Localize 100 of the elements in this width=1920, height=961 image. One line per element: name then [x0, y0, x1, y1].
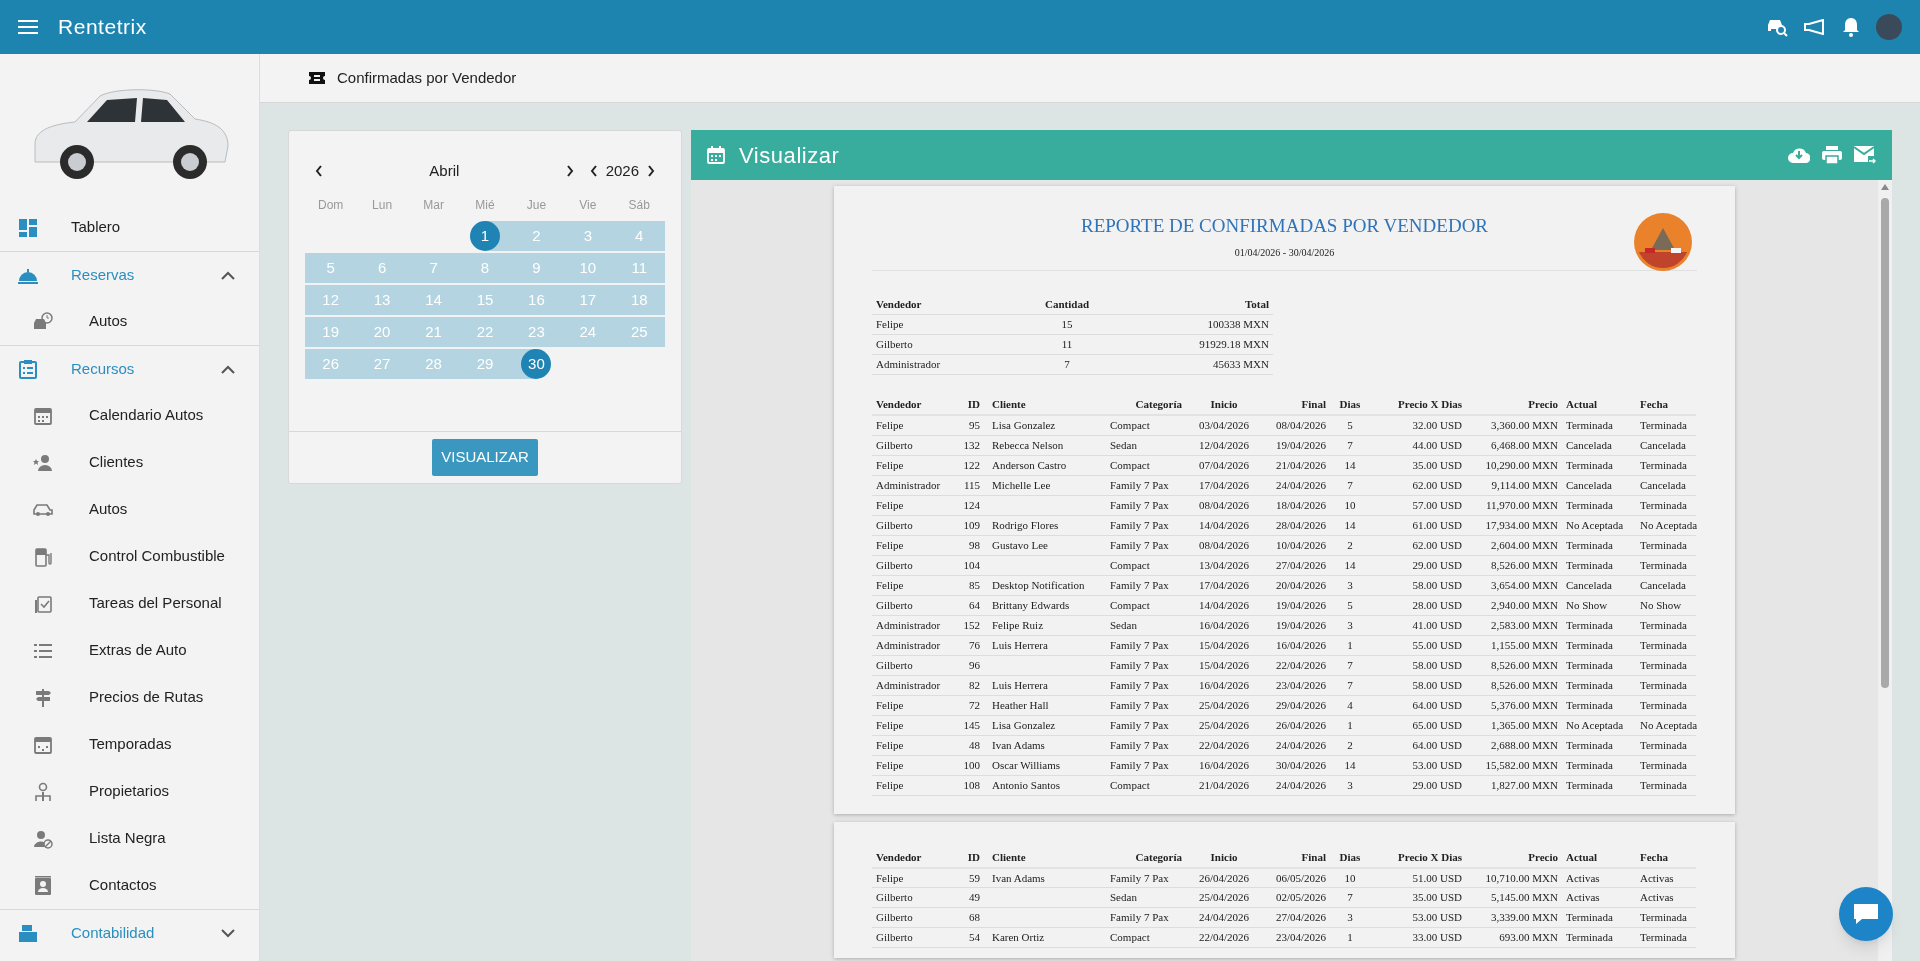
table-cell: No Aceptada — [1562, 715, 1632, 735]
table-cell: 8,526.00 MXN — [1466, 675, 1562, 695]
sidebar-item[interactable]: Tablero — [0, 204, 259, 251]
sidebar-item[interactable]: Lista Negra — [0, 815, 259, 862]
table-cell: Sedan — [1104, 435, 1188, 455]
table-cell: 29.00 USD — [1370, 775, 1466, 795]
sidebar-item[interactable]: Temporadas — [0, 721, 259, 768]
column-header: Fecha — [1632, 395, 1696, 415]
table-cell: Felipe — [872, 735, 958, 755]
sidebar-item[interactable]: Autos — [0, 486, 259, 533]
table-cell: Family 7 Pax — [1104, 575, 1188, 595]
table-cell: Terminada — [1562, 495, 1632, 515]
table-cell: Gilberto — [872, 655, 958, 675]
table-cell: 64.00 USD — [1370, 735, 1466, 755]
table-cell: Family 7 Pax — [1104, 535, 1188, 555]
calendar-day[interactable]: 4 — [635, 224, 644, 248]
sidebar-item[interactable]: Calendario Autos — [0, 392, 259, 439]
table-cell: 08/04/2026 — [1188, 495, 1260, 515]
next-year-icon[interactable] — [647, 165, 655, 177]
scrollbar[interactable] — [1878, 180, 1892, 961]
sidebar-item[interactable]: Extras de Auto — [0, 627, 259, 674]
table-cell: Family 7 Pax — [1104, 715, 1188, 735]
calendar-day[interactable]: 1 — [470, 221, 500, 251]
table-cell: 693.00 MXN — [1466, 927, 1562, 948]
horn-icon[interactable] — [1804, 19, 1826, 35]
table-cell: 14 — [1330, 515, 1370, 535]
table-cell: Terminada — [1562, 735, 1632, 755]
table-cell: 24/04/2026 — [1260, 475, 1330, 495]
table-cell: Compact — [1104, 927, 1188, 948]
sidebar-item[interactable]: Tareas del Personal — [0, 580, 259, 627]
table-cell: 08/04/2026 — [1188, 535, 1260, 555]
table-cell: Family 7 Pax — [1104, 695, 1188, 715]
calendar-day[interactable]: 30 — [521, 349, 552, 379]
table-cell: No Aceptada — [1562, 515, 1632, 535]
table-cell: 45633 MXN — [1132, 354, 1273, 375]
table-cell: 58.00 USD — [1370, 575, 1466, 595]
table-cell: Anderson Castro — [986, 455, 1104, 475]
table-cell: Gilberto — [872, 595, 958, 615]
chevron-up-icon[interactable] — [221, 364, 235, 374]
table-cell: 6,468.00 MXN — [1466, 435, 1562, 455]
chevron-down-icon[interactable] — [221, 928, 235, 938]
table-cell: 62.00 USD — [1370, 535, 1466, 555]
cloud-download-icon[interactable] — [1788, 147, 1810, 163]
table-cell: Terminada — [1562, 927, 1632, 948]
car-clock-icon — [33, 311, 53, 332]
menu-icon[interactable] — [18, 19, 38, 35]
scroll-up-arrow-icon[interactable] — [1881, 184, 1889, 190]
user-avatar[interactable] — [1876, 14, 1902, 40]
table-cell: Gilberto — [872, 927, 958, 948]
column-header: Precio X Dias — [1370, 847, 1466, 868]
table-cell: Felipe — [872, 755, 958, 775]
previous-year-icon[interactable] — [589, 165, 598, 177]
table-cell: Administrador — [872, 354, 1002, 375]
calendar-day[interactable]: 7 — [429, 256, 438, 280]
previous-month-icon[interactable] — [315, 165, 323, 177]
notification-bell-icon[interactable] — [1842, 17, 1860, 37]
sidebar-group[interactable]: Reservas — [0, 251, 259, 298]
sidebar-item[interactable]: Contactos — [0, 862, 259, 909]
table-cell: 14 — [1330, 755, 1370, 775]
table-cell: 7 — [1330, 475, 1370, 495]
calendar-day[interactable]: 8 — [480, 256, 490, 280]
table-cell: 62.00 USD — [1370, 475, 1466, 495]
calendar-day[interactable]: 3 — [583, 224, 592, 248]
chat-icon — [1852, 902, 1880, 926]
table-cell: Felipe — [872, 314, 1002, 335]
chevron-up-icon[interactable] — [221, 270, 235, 280]
table-cell: 27/04/2026 — [1260, 907, 1330, 928]
table-cell: 115 — [958, 475, 986, 495]
table-cell: 02/05/2026 — [1260, 887, 1330, 908]
weekday-label: Vie — [578, 197, 598, 214]
sidebar-item[interactable]: Precios de Rutas — [0, 674, 259, 721]
table-cell: 3 — [1330, 575, 1370, 595]
table-cell: Ivan Adams — [986, 867, 1104, 888]
table-cell: Terminada — [1632, 775, 1696, 795]
person-blocked-icon — [33, 828, 53, 849]
table-cell: 12/04/2026 — [1188, 435, 1260, 455]
table-cell: 21/04/2026 — [1260, 455, 1330, 475]
table-cell: Administrador — [872, 615, 958, 635]
sidebar-item[interactable]: Autos — [0, 298, 259, 345]
calendar-day[interactable]: 6 — [377, 256, 387, 280]
table-cell: 23/04/2026 — [1260, 675, 1330, 695]
email-send-icon[interactable] — [1854, 146, 1876, 164]
sidebar-group[interactable]: Contabilidad — [0, 909, 259, 956]
visualize-button[interactable]: VISUALIZAR — [432, 439, 538, 476]
sidebar-item[interactable]: Control Combustible — [0, 533, 259, 580]
company-logo-drawing — [1633, 212, 1693, 272]
table-cell: 55.00 USD — [1370, 635, 1466, 655]
calendar-day[interactable]: 2 — [532, 224, 541, 248]
sidebar-group[interactable]: Recursos — [0, 345, 259, 392]
car-search-icon[interactable] — [1766, 17, 1788, 37]
calendar-day[interactable]: 9 — [532, 256, 541, 280]
table-cell: 5 — [1330, 595, 1370, 615]
table-cell: Brittany Edwards — [986, 595, 1104, 615]
next-month-icon[interactable] — [565, 165, 574, 177]
print-icon[interactable] — [1822, 146, 1842, 164]
table-cell: 2,688.00 MXN — [1466, 735, 1562, 755]
sidebar-item[interactable]: Clientes — [0, 439, 259, 486]
sidebar-item[interactable]: Propietarios — [0, 768, 259, 815]
table-cell: Family 7 Pax — [1104, 515, 1188, 535]
calendar-day[interactable]: 5 — [326, 256, 335, 280]
